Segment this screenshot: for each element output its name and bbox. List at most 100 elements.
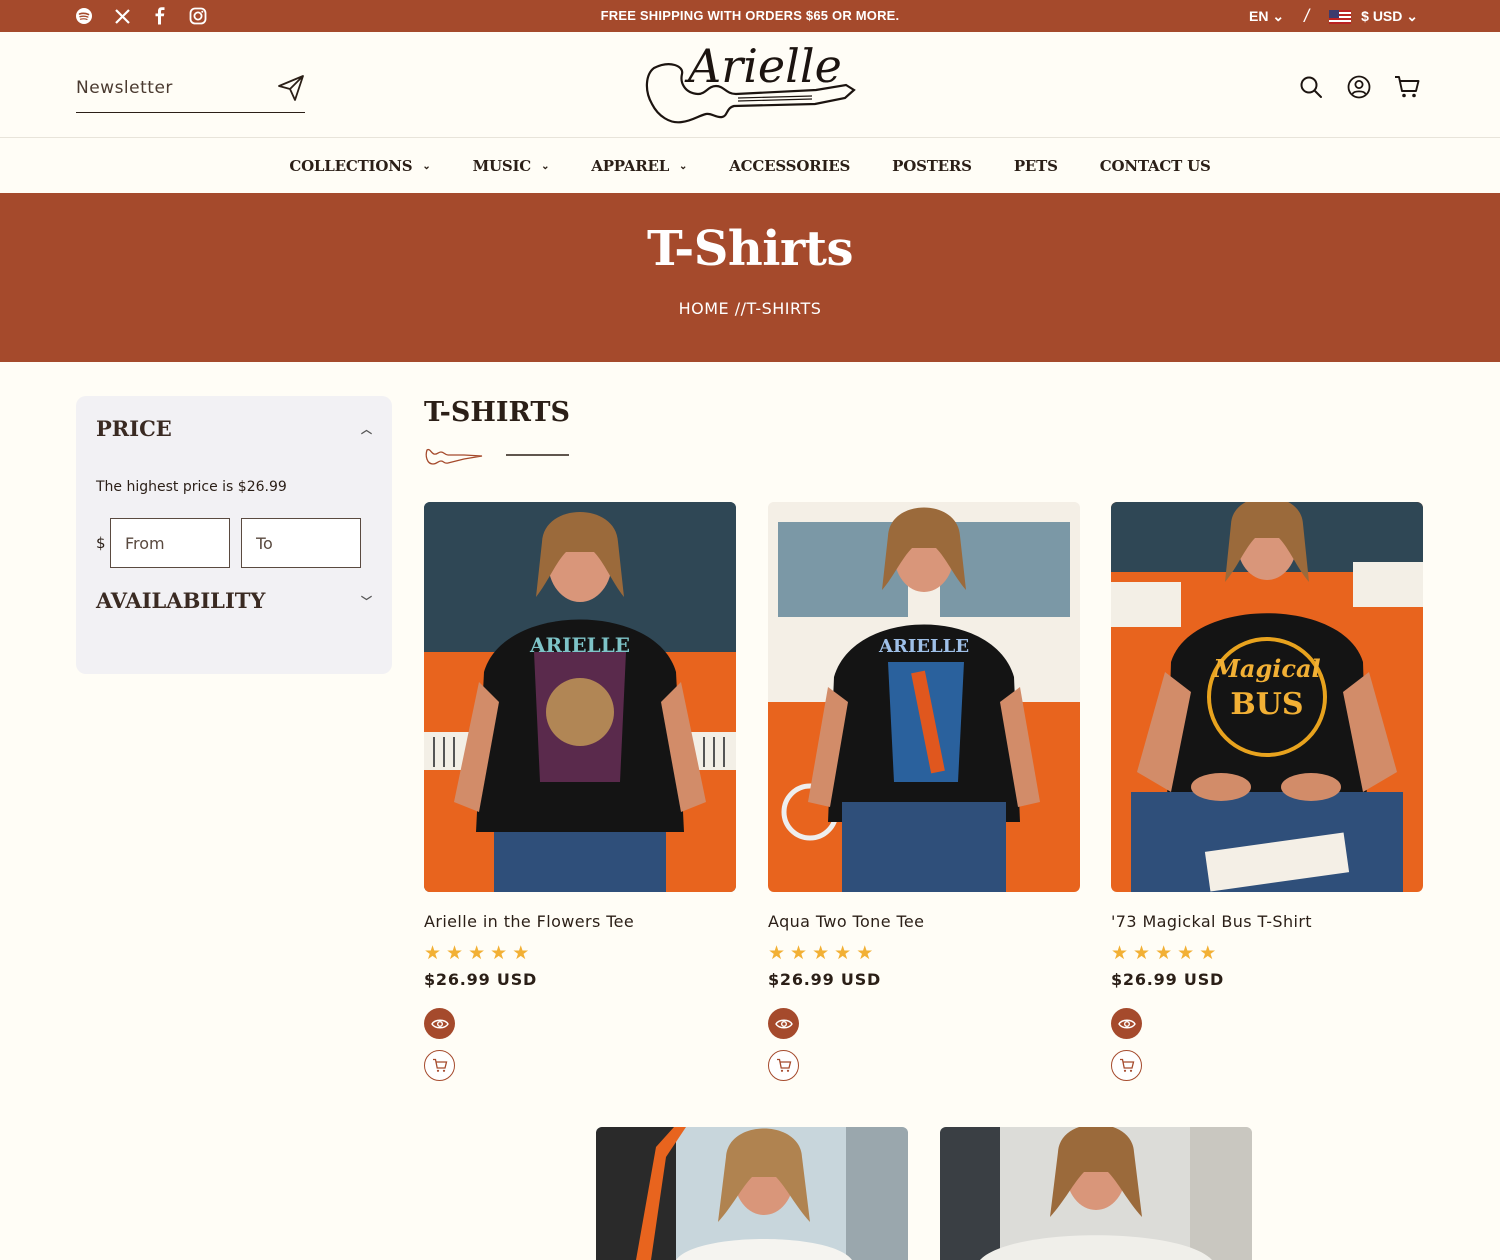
product-card[interactable]: Magical BUS '73 Magickal Bus T-Shirt ★ ★ ★…	[1111, 502, 1423, 1081]
price-range: $	[96, 518, 372, 568]
quick-view-button[interactable]	[768, 1008, 799, 1039]
product-card[interactable]: ARIELLE Arielle in the Flowers Tee ★ ★ ★ ★ ★…	[424, 502, 736, 1081]
add-to-cart-button[interactable]	[768, 1050, 799, 1081]
nav-label: CONTACT US	[1099, 157, 1211, 175]
star-icon: ★	[1199, 942, 1217, 964]
currency-label: $ USD	[1361, 8, 1403, 24]
product-image[interactable]: ARIELLE	[768, 502, 1080, 892]
search-icon[interactable]	[1298, 74, 1324, 100]
price-to-input[interactable]	[241, 518, 361, 568]
nav-item-collections[interactable]: COLLECTIONS ⌄	[289, 157, 430, 175]
star-rating: ★ ★ ★ ★ ★	[424, 943, 736, 963]
cart-icon	[776, 1058, 791, 1072]
locale-selectors: EN ⌄ / $ USD ⌄	[1249, 6, 1418, 27]
product-card[interactable]	[596, 1127, 908, 1260]
chevron-down-icon: ⌄	[1406, 8, 1418, 24]
us-flag-icon	[1329, 9, 1352, 24]
product-price: $26.99 USD	[768, 970, 882, 989]
breadcrumb[interactable]: HOME //T-SHIRTS	[0, 299, 1500, 318]
nav-label: PETS	[1013, 157, 1058, 175]
language-selector[interactable]: EN ⌄	[1249, 8, 1284, 25]
cart-icon	[1119, 1058, 1134, 1072]
nav-item-music[interactable]: MUSIC ⌄	[473, 157, 550, 175]
nav-item-pets[interactable]: PETS	[1014, 157, 1058, 175]
account-icon[interactable]	[1346, 74, 1372, 100]
nav-item-accessories[interactable]: ACCESSORIES	[729, 157, 850, 175]
cart-icon	[432, 1058, 447, 1072]
nav-item-apparel[interactable]: APPAREL ⌄	[591, 157, 687, 175]
product-image[interactable]: ARIELLE	[424, 502, 736, 892]
quick-view-button[interactable]	[424, 1008, 455, 1039]
svg-text:Magical: Magical	[1212, 654, 1320, 683]
filter-sidebar: PRICE ︿ The highest price is $26.99 $ AV…	[76, 396, 392, 674]
price-filter-toggle[interactable]: PRICE ︿	[96, 416, 372, 441]
star-icon: ★	[856, 942, 874, 964]
star-rating: ★ ★ ★ ★ ★	[768, 943, 1080, 963]
nav-label: COLLECTIONS	[289, 157, 413, 175]
product-image[interactable]	[940, 1127, 1252, 1260]
newsletter-input[interactable]	[76, 72, 266, 104]
locale-separator: /	[1304, 6, 1310, 26]
add-to-cart-button[interactable]	[424, 1050, 455, 1081]
logo-wordmark: Arielle	[684, 39, 842, 93]
price-note: The highest price is $26.99	[96, 479, 287, 495]
availability-filter-title: AVAILABILITY	[96, 588, 266, 613]
chevron-down-icon: ﹀	[361, 594, 372, 608]
product-title[interactable]: Aqua Two Tone Tee	[768, 912, 1080, 931]
announcement-bar: FREE SHIPPING WITH ORDERS $65 OR MORE. E…	[0, 0, 1500, 32]
nav-item-posters[interactable]: POSTERS	[892, 157, 972, 175]
star-icon: ★	[1133, 942, 1151, 964]
star-icon: ★	[790, 942, 808, 964]
star-icon: ★	[512, 942, 530, 964]
star-icon: ★	[446, 942, 464, 964]
star-icon: ★	[424, 942, 442, 964]
product-card[interactable]: ARIELLE Aqua Two Tone Tee ★ ★ ★ ★ ★ $26.99 U…	[768, 502, 1080, 1081]
chevron-down-icon: ⌄	[541, 160, 550, 172]
chevron-down-icon: ⌄	[1272, 8, 1285, 24]
svg-text:BUS: BUS	[1230, 687, 1303, 722]
site-logo[interactable]: Arielle	[640, 38, 860, 130]
language-label: EN	[1249, 8, 1269, 24]
site-header: Arielle	[0, 32, 1500, 138]
product-price: $26.99 USD	[1111, 970, 1225, 989]
price-from-input[interactable]	[110, 518, 230, 568]
product-card[interactable]	[940, 1127, 1252, 1260]
main-navigation: COLLECTIONS ⌄ MUSIC ⌄ APPAREL ⌄ ACCESSORIES…	[0, 139, 1500, 193]
send-icon[interactable]	[277, 74, 305, 106]
price-filter-title: PRICE	[96, 416, 172, 441]
collection-title: T-SHIRTS	[424, 397, 571, 428]
nav-label: MUSIC	[472, 157, 532, 175]
star-icon: ★	[468, 942, 486, 964]
eye-icon	[774, 1019, 793, 1028]
quick-view-button[interactable]	[1111, 1008, 1142, 1039]
svg-text:ARIELLE: ARIELLE	[529, 633, 630, 657]
eye-icon	[1117, 1019, 1136, 1028]
product-title[interactable]: '73 Magickal Bus T-Shirt	[1111, 912, 1423, 931]
nav-label: APPAREL	[591, 157, 670, 175]
eye-icon	[430, 1019, 449, 1028]
collection-hero: T-Shirts HOME //T-SHIRTS	[0, 193, 1500, 362]
star-icon: ★	[834, 942, 852, 964]
nav-label: ACCESSORIES	[729, 157, 851, 175]
add-to-cart-button[interactable]	[1111, 1050, 1142, 1081]
nav-item-contact-us[interactable]: CONTACT US	[1100, 157, 1211, 175]
svg-text:ARIELLE: ARIELLE	[878, 636, 969, 657]
star-icon: ★	[768, 942, 786, 964]
product-image[interactable]	[596, 1127, 908, 1260]
header-actions	[1298, 74, 1420, 100]
product-image[interactable]: Magical BUS	[1111, 502, 1423, 892]
currency-selector[interactable]: $ USD ⌄	[1361, 8, 1418, 25]
star-rating: ★ ★ ★ ★ ★	[1111, 943, 1423, 963]
star-icon: ★	[812, 942, 830, 964]
product-price: $26.99 USD	[424, 970, 538, 989]
chevron-up-icon: ︿	[361, 422, 372, 436]
star-icon: ★	[1111, 942, 1129, 964]
chevron-down-icon: ⌄	[422, 160, 431, 172]
product-title[interactable]: Arielle in the Flowers Tee	[424, 912, 736, 931]
chevron-down-icon: ⌄	[679, 160, 688, 172]
page-title: T-Shirts	[647, 221, 853, 277]
availability-filter-toggle[interactable]: AVAILABILITY ﹀	[96, 588, 372, 613]
guitar-divider-icon	[424, 444, 574, 470]
star-icon: ★	[490, 942, 508, 964]
cart-icon[interactable]	[1394, 74, 1420, 100]
